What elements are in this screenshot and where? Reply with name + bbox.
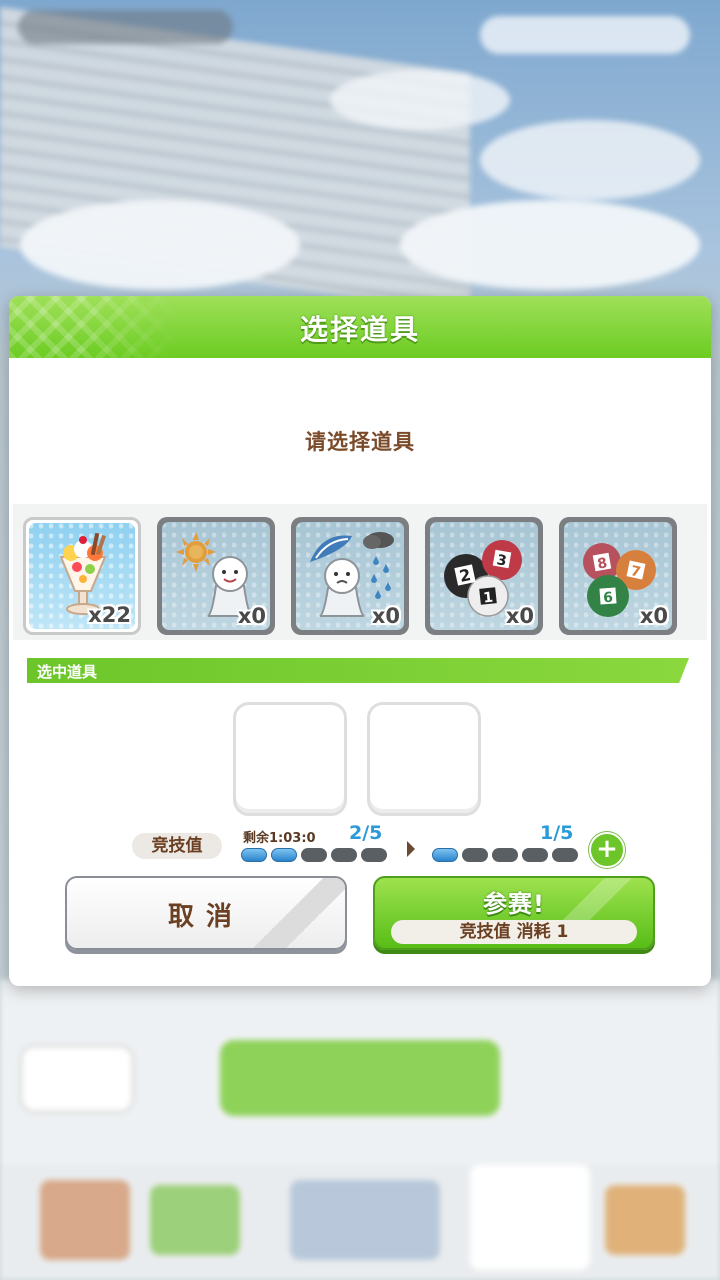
background-cloud [20, 200, 300, 290]
join-cost-label: 竞技值 消耗 1 [391, 920, 637, 944]
background-nav-icon [150, 1185, 240, 1255]
svg-text:1: 1 [483, 590, 494, 607]
item-rainy-doll[interactable]: x0 [291, 517, 409, 635]
point-dot [462, 848, 488, 862]
item-quantity: x0 [639, 604, 668, 628]
current-points-gauge [241, 848, 397, 862]
item-card: 2 3 1 x0 [430, 522, 538, 630]
dialog-header: 选择道具 [9, 296, 711, 358]
selected-item-slot-1[interactable] [233, 702, 347, 816]
selected-item-slot-2[interactable] [367, 702, 481, 816]
point-dot [522, 848, 548, 862]
item-quantity: x22 [88, 603, 131, 627]
background-nav-icon [605, 1185, 685, 1255]
after-points-gauge [432, 848, 588, 862]
item-list: x22 x0 x0 2 3 1 x0 8 7 6 x0 [13, 504, 707, 640]
point-dot [241, 848, 267, 862]
join-race-button[interactable]: 参赛! 竞技值 消耗 1 [373, 876, 655, 950]
cancel-button[interactable]: 取消 [65, 876, 347, 950]
selected-items-label: 选中道具 [37, 663, 98, 681]
background-nav-icon [290, 1180, 440, 1260]
point-dot [552, 848, 578, 862]
add-points-button[interactable]: + [589, 832, 625, 868]
point-dot [432, 848, 458, 862]
arrow-right-icon [407, 841, 415, 857]
item-card: x0 [162, 522, 270, 630]
point-dot [492, 848, 518, 862]
point-dot [271, 848, 297, 862]
item-card: x0 [296, 522, 404, 630]
cancel-button-label: 取消 [167, 902, 244, 932]
selected-items-header: 选中道具 [27, 658, 689, 683]
point-dot [331, 848, 357, 862]
item-quantity: x0 [505, 604, 534, 628]
item-quantity: x0 [371, 604, 400, 628]
dialog-title: 选择道具 [299, 313, 420, 346]
select-item-prompt: 请选择道具 [305, 430, 415, 454]
plus-icon: + [596, 834, 618, 864]
item-sunny-doll[interactable]: x0 [157, 517, 275, 635]
item-lottery-balls-123[interactable]: 2 3 1 x0 [425, 517, 543, 635]
item-quantity: x0 [237, 604, 266, 628]
background-nav-icon [470, 1165, 590, 1270]
point-dot [361, 848, 387, 862]
background-nav-icon [40, 1180, 130, 1260]
background-confirm-button [220, 1040, 500, 1116]
recovery-timer: 剩余1:03:0 [243, 831, 316, 846]
background-topbar [18, 10, 233, 44]
after-points-count: 1/5 [540, 822, 574, 844]
competition-points-label: 竞技值 [132, 833, 222, 859]
background-cloud [400, 200, 700, 290]
point-dot [301, 848, 327, 862]
item-lottery-balls-678[interactable]: 8 7 6 x0 [559, 517, 677, 635]
current-points-count: 2/5 [349, 822, 383, 844]
svg-text:6: 6 [603, 590, 614, 607]
background-cloud [330, 70, 510, 130]
item-card: x22 [29, 523, 135, 629]
background-currency [480, 16, 690, 54]
background-cloud [480, 120, 700, 200]
select-item-dialog: 选择道具 请选择道具 x22 x0 x0 2 3 1 x0 8 7 6 x0 选… [9, 296, 711, 986]
background-back-button [20, 1045, 134, 1113]
item-parfait[interactable]: x22 [23, 517, 141, 635]
join-race-button-label: 参赛! [483, 890, 545, 918]
item-card: 8 7 6 x0 [564, 522, 672, 630]
